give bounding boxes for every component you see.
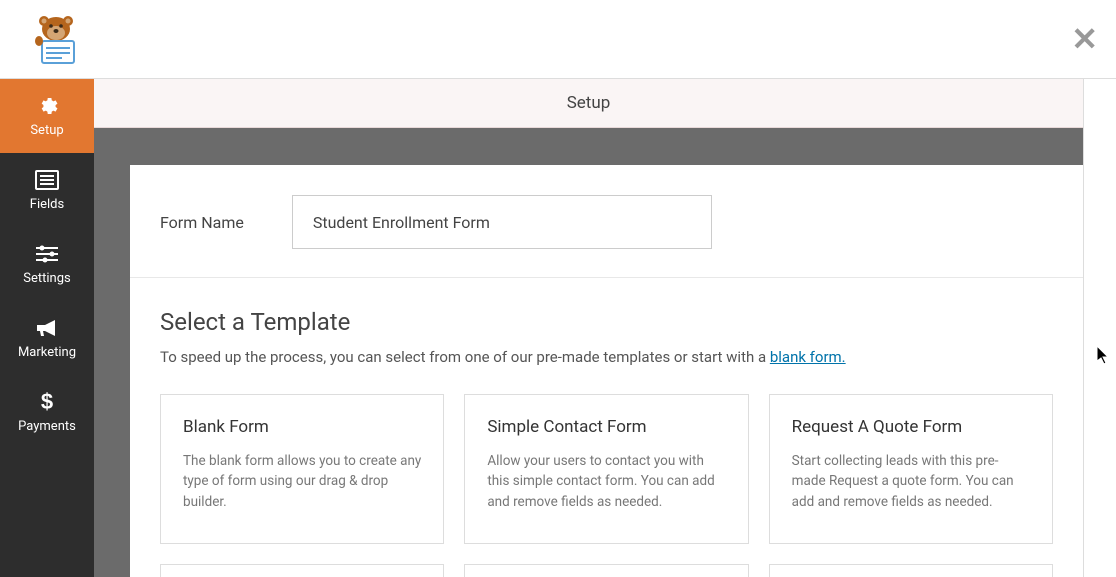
setup-header-label: Setup — [567, 93, 611, 113]
template-card-description: Allow your users to contact you with thi… — [487, 451, 725, 512]
setup-content: Form Name Select a Template To speed up … — [130, 165, 1083, 577]
gear-icon — [36, 95, 58, 117]
main-area: Setup Form Name Select a Template To spe… — [94, 79, 1083, 577]
template-card-description: Start collecting leads with this pre-mad… — [792, 451, 1030, 512]
template-card-request-quote[interactable]: Request A Quote Form Start collecting le… — [769, 394, 1053, 544]
template-card-title: Blank Form — [183, 417, 421, 437]
sidebar-item-setup[interactable]: Setup — [0, 79, 94, 153]
template-card-blank-form[interactable]: Blank Form The blank form allows you to … — [160, 394, 444, 544]
sliders-icon — [36, 243, 58, 265]
sidebar-item-label: Payments — [18, 419, 76, 434]
template-card-title: Simple Contact Form — [487, 417, 725, 437]
setup-header: Setup — [94, 79, 1083, 128]
sidebar: Setup Fields Settings Marketing $ Paymen… — [0, 79, 94, 577]
sidebar-item-settings[interactable]: Settings — [0, 227, 94, 301]
app-logo — [28, 11, 84, 67]
template-card-simple-contact[interactable]: Simple Contact Form Allow your users to … — [464, 394, 748, 544]
template-card-title: Request A Quote Form — [792, 417, 1030, 437]
right-edge — [1083, 79, 1116, 577]
close-icon: ✕ — [1071, 20, 1098, 58]
sidebar-item-marketing[interactable]: Marketing — [0, 301, 94, 375]
form-name-input[interactable] — [292, 195, 712, 249]
list-icon — [35, 169, 59, 191]
blank-form-link[interactable]: blank form. — [770, 348, 846, 366]
svg-text:$: $ — [41, 391, 53, 413]
form-name-section: Form Name — [130, 165, 1083, 278]
sidebar-item-fields[interactable]: Fields — [0, 153, 94, 227]
form-name-label: Form Name — [160, 213, 244, 232]
template-card-placeholder[interactable] — [769, 564, 1053, 577]
bullhorn-icon — [35, 317, 59, 339]
sidebar-item-label: Marketing — [18, 345, 76, 360]
dollar-icon: $ — [40, 391, 54, 413]
template-card-placeholder[interactable] — [464, 564, 748, 577]
template-description: To speed up the process, you can select … — [160, 348, 1053, 366]
close-button[interactable]: ✕ — [1071, 23, 1098, 55]
sidebar-item-label: Setup — [30, 123, 63, 138]
sidebar-item-label: Fields — [30, 197, 64, 212]
app-header: ✕ — [0, 0, 1116, 79]
sidebar-item-label: Settings — [23, 271, 70, 286]
template-section: Select a Template To speed up the proces… — [130, 278, 1083, 577]
template-description-text: To speed up the process, you can select … — [160, 348, 770, 366]
sidebar-item-payments[interactable]: $ Payments — [0, 375, 94, 449]
templates-grid: Blank Form The blank form allows you to … — [160, 394, 1053, 577]
template-heading: Select a Template — [160, 308, 1053, 336]
template-card-description: The blank form allows you to create any … — [183, 451, 421, 512]
template-card-placeholder[interactable] — [160, 564, 444, 577]
